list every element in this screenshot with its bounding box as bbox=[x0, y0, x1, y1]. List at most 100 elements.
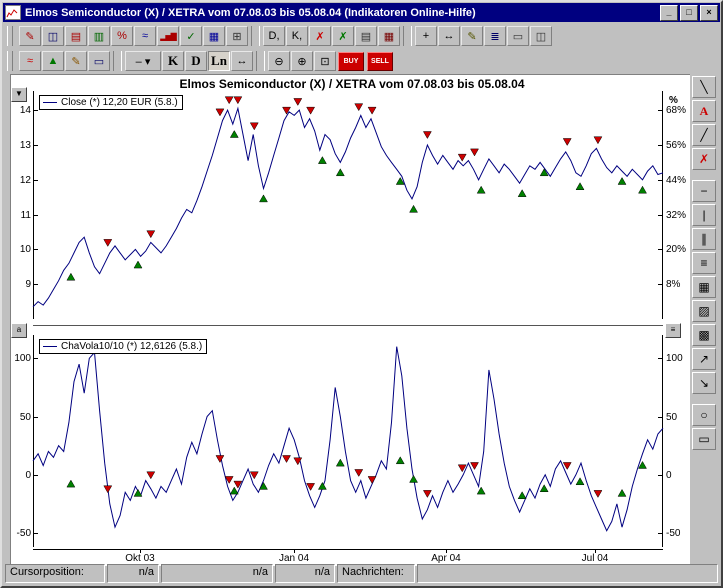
line-style-select[interactable]: – ▾ bbox=[125, 51, 161, 71]
axis-tick-label-left: 50 bbox=[13, 412, 31, 424]
table-icon[interactable]: ▤ bbox=[355, 26, 377, 46]
sell-signal-marker bbox=[594, 137, 602, 144]
scale-dropdown-button[interactable]: ▼ bbox=[11, 87, 27, 102]
sell-signal-marker bbox=[147, 231, 155, 238]
k-comma-icon[interactable]: K, bbox=[286, 26, 308, 46]
pane2-options-button[interactable]: a bbox=[11, 323, 27, 338]
pane1-legend-text: Close (*) 12,20 EUR (5.8.) bbox=[61, 97, 178, 108]
vline-tool[interactable]: | bbox=[692, 204, 716, 226]
cursor-value-2: n/a bbox=[161, 564, 273, 583]
buy-signal-marker bbox=[67, 273, 75, 280]
check-chart-icon[interactable]: ✓ bbox=[180, 26, 202, 46]
channel-tool[interactable]: ∥ bbox=[692, 228, 716, 250]
pen-icon[interactable]: ✎ bbox=[461, 26, 483, 46]
handbook-icon[interactable]: ≣ bbox=[484, 26, 506, 46]
text-tool[interactable]: A bbox=[692, 100, 716, 122]
zoom-out-button[interactable]: ⊖ bbox=[268, 51, 290, 71]
copy-analysis-icon[interactable]: ◫ bbox=[42, 26, 64, 46]
buy-signal-marker bbox=[576, 183, 584, 190]
close-button[interactable]: × bbox=[700, 5, 718, 21]
pane2-scale-button[interactable]: ≡ bbox=[665, 323, 681, 338]
frame-icon[interactable]: ▭ bbox=[88, 51, 110, 71]
layout-icon[interactable]: ◫ bbox=[530, 26, 552, 46]
zoom-range-button[interactable]: ⊡ bbox=[314, 51, 336, 71]
ray-tool[interactable]: ╱ bbox=[692, 124, 716, 146]
pane2-legend[interactable]: ChaVola10/10 (*) 12,6126 (5.8.) bbox=[39, 339, 207, 354]
green-x-icon[interactable]: ✗ bbox=[332, 26, 354, 46]
buy-signal-marker bbox=[518, 190, 526, 197]
d-comma-icon[interactable]: D, bbox=[263, 26, 285, 46]
trendline-tool[interactable]: ╲ bbox=[692, 76, 716, 98]
sell-signal-marker bbox=[104, 239, 112, 246]
signal-triangles-icon[interactable]: ▲ bbox=[42, 51, 64, 71]
sell-signal-marker bbox=[294, 98, 302, 105]
buy-signal-marker bbox=[396, 457, 404, 464]
sell-signal-marker bbox=[563, 138, 571, 145]
line-chart-icon[interactable]: ≈ bbox=[134, 26, 156, 46]
buy-signal-marker bbox=[336, 459, 344, 466]
sell-signal-marker bbox=[368, 107, 376, 114]
notes-icon[interactable]: ▭ bbox=[507, 26, 529, 46]
maximize-button[interactable]: □ bbox=[680, 5, 698, 21]
buy-signal-marker bbox=[134, 261, 142, 268]
new-analysis-icon[interactable]: ✎ bbox=[19, 26, 41, 46]
drawing-tool-palette: ╲A╱✗ −|∥≡▦▨▩↗↘ ○▭ bbox=[690, 74, 718, 564]
chart-pane-1[interactable] bbox=[33, 91, 663, 319]
pan-icon[interactable]: ↔ bbox=[438, 26, 460, 46]
sell-button[interactable]: SELL bbox=[367, 52, 393, 71]
bar-chart-icon[interactable]: ▂▅▇ bbox=[157, 26, 179, 46]
title-bar[interactable]: Elmos Semiconductor (X) / XETRA vom 07.0… bbox=[3, 3, 720, 22]
buy-signal-marker bbox=[518, 492, 526, 499]
crosshair-icon[interactable]: + bbox=[415, 26, 437, 46]
fit-width-icon[interactable]: ↔ bbox=[231, 51, 253, 71]
fibonacci-tool[interactable]: ≡ bbox=[692, 252, 716, 274]
sell-signal-marker bbox=[216, 109, 224, 116]
axis-tick-label-left: 9 bbox=[13, 279, 31, 291]
buy-signal-marker bbox=[230, 487, 238, 494]
portfolio-icon[interactable]: ▥ bbox=[88, 26, 110, 46]
cascade-windows-icon[interactable]: ⊞ bbox=[226, 26, 248, 46]
arrow-down-tool[interactable]: ↘ bbox=[692, 372, 716, 394]
quote-list-icon[interactable]: ▤ bbox=[65, 26, 87, 46]
daily-chart-button[interactable]: D bbox=[185, 51, 207, 71]
toolbar-drag-handle[interactable] bbox=[7, 26, 13, 46]
toolbar-drag-handle[interactable] bbox=[7, 51, 13, 71]
buy-signal-marker bbox=[618, 489, 626, 496]
pane-divider[interactable] bbox=[33, 325, 663, 326]
pane1-legend[interactable]: Close (*) 12,20 EUR (5.8.) bbox=[39, 95, 183, 110]
draw-pen-icon[interactable]: ✎ bbox=[65, 51, 87, 71]
red-x-icon[interactable]: ✗ bbox=[309, 26, 331, 46]
hatch-tool[interactable]: ▨ bbox=[692, 300, 716, 322]
buy-signal-marker bbox=[477, 186, 485, 193]
calendar-icon[interactable]: ▦ bbox=[378, 26, 400, 46]
zoom-in-button[interactable]: ⊕ bbox=[291, 51, 313, 71]
candle-chart-button[interactable]: K bbox=[162, 51, 184, 71]
chart-pane-2[interactable] bbox=[33, 335, 663, 547]
sell-signal-marker bbox=[307, 107, 315, 114]
axis-tick-label-left: 12 bbox=[13, 175, 31, 187]
toolbar-separator bbox=[113, 51, 122, 71]
percent-icon[interactable]: % bbox=[111, 26, 133, 46]
sell-signal-marker bbox=[355, 104, 363, 111]
buy-signal-marker bbox=[336, 169, 344, 176]
buy-button[interactable]: BUY bbox=[338, 52, 364, 71]
data-table-icon[interactable]: ▦ bbox=[203, 26, 225, 46]
x-axis-line bbox=[33, 549, 663, 550]
crosshatch-tool[interactable]: ▩ bbox=[692, 324, 716, 346]
chart-canvas[interactable]: Elmos Semiconductor (X) / XETRA vom 07.0… bbox=[10, 74, 694, 566]
hline-tool[interactable]: − bbox=[692, 180, 716, 202]
circle-tool[interactable]: ○ bbox=[692, 404, 716, 426]
indicator-zigzag-icon[interactable]: ≈ bbox=[19, 51, 41, 71]
sell-signal-marker bbox=[283, 455, 291, 462]
minimize-button[interactable]: _ bbox=[660, 5, 678, 21]
axis-tick-label-left: 100 bbox=[13, 353, 31, 365]
buy-signal-marker bbox=[639, 186, 647, 193]
ellipse-tool[interactable]: ▭ bbox=[692, 428, 716, 450]
arrow-up-tool[interactable]: ↗ bbox=[692, 348, 716, 370]
toolbar-separator bbox=[256, 51, 265, 71]
log-scale-button[interactable]: Ln bbox=[208, 51, 230, 71]
buy-signal-marker bbox=[318, 157, 326, 164]
sell-signal-marker bbox=[594, 490, 602, 497]
delete-drawing-tool[interactable]: ✗ bbox=[692, 148, 716, 170]
grid-tool[interactable]: ▦ bbox=[692, 276, 716, 298]
